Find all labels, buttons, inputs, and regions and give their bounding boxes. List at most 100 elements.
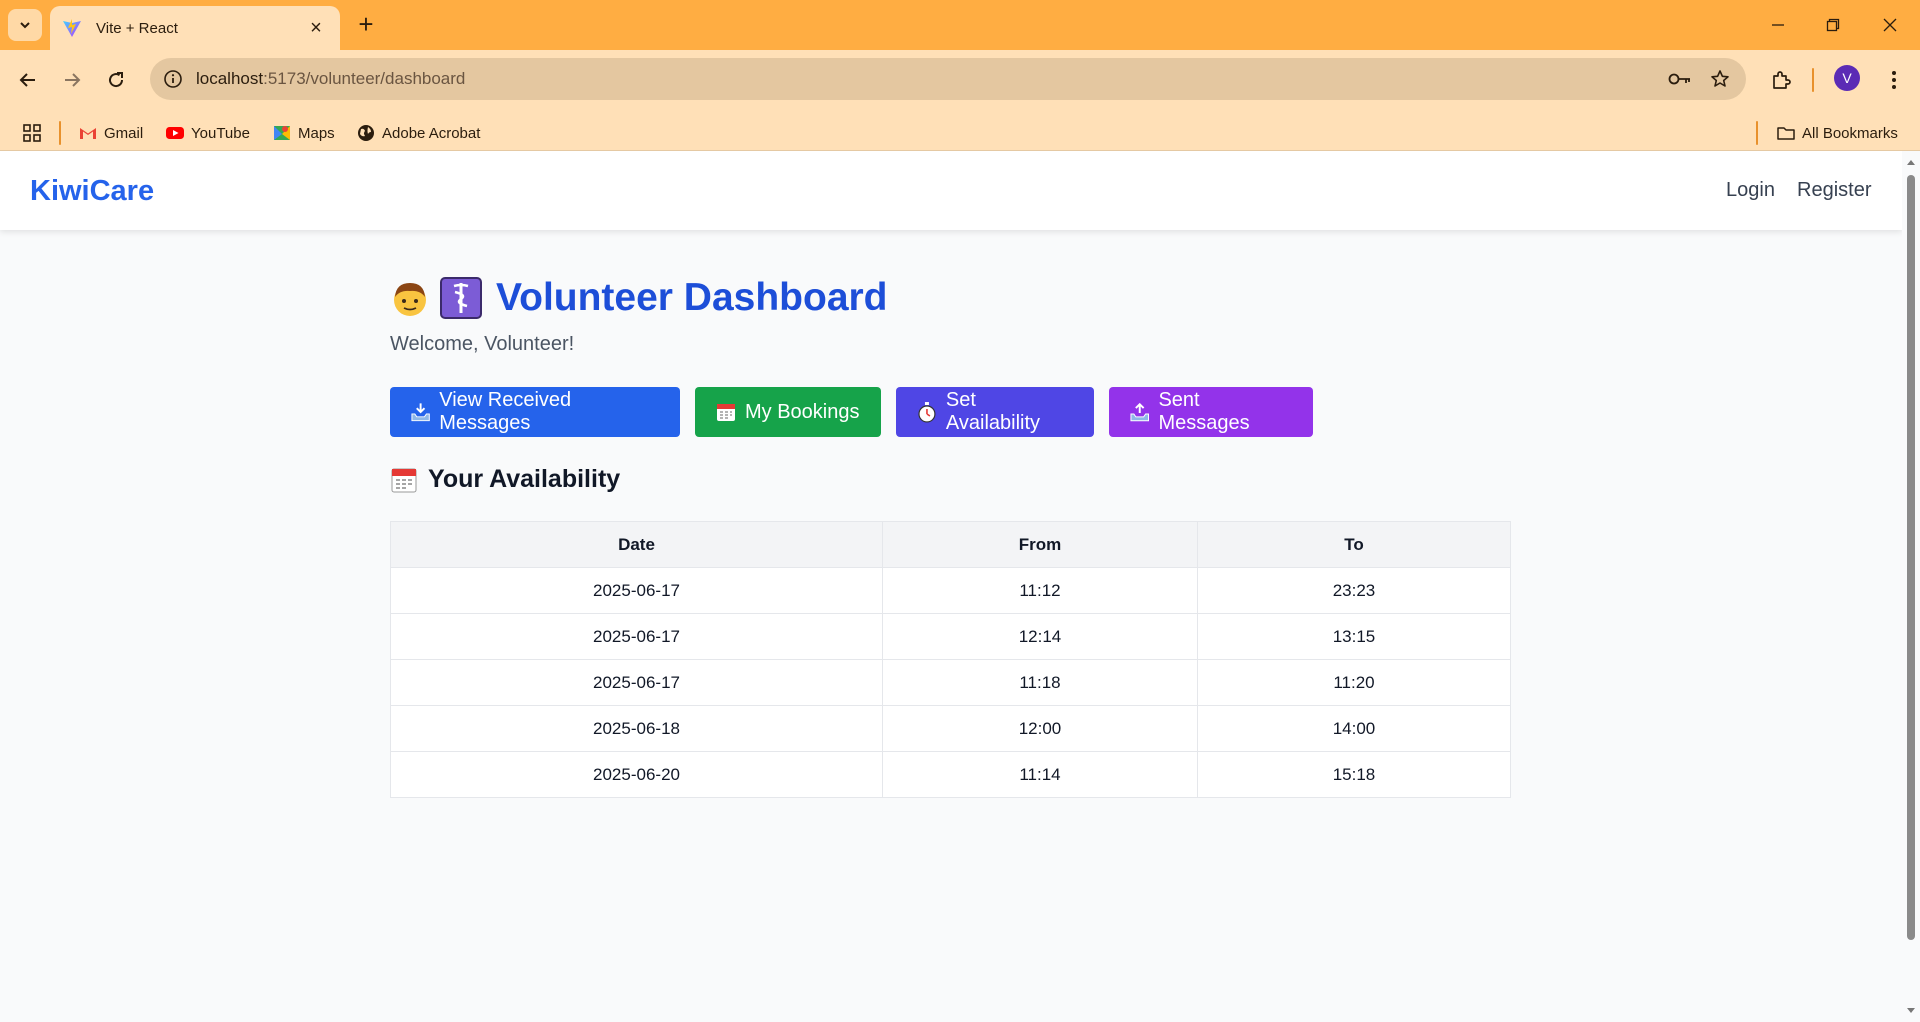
scrollbar-thumb[interactable] xyxy=(1907,175,1915,940)
calendar-icon xyxy=(391,468,417,492)
vite-logo-icon xyxy=(63,19,81,37)
availability-heading-text: Your Availability xyxy=(428,465,621,493)
address-bar[interactable]: localhost:5173/volunteer/dashboard xyxy=(150,58,1746,100)
bookmarks-separator-right xyxy=(1756,121,1758,145)
sent-messages-label: Sent Messages xyxy=(1158,389,1250,434)
browser-tabstrip: Vite + React × + xyxy=(0,0,1920,50)
view-received-messages-label: View Received Messages xyxy=(439,389,572,434)
bookmarks-separator xyxy=(59,121,61,145)
bookmark-youtube-label: YouTube xyxy=(191,124,250,142)
gmail-icon xyxy=(80,128,96,139)
globe-icon xyxy=(358,125,374,141)
scroll-down-arrow-icon[interactable] xyxy=(1902,1004,1920,1018)
minimize-icon xyxy=(1772,24,1784,26)
register-link[interactable]: Register xyxy=(1797,179,1871,202)
chevron-down-icon xyxy=(20,22,30,29)
close-icon xyxy=(1883,18,1897,32)
apps-grid-icon xyxy=(23,124,41,142)
availability-heading: Your Availability xyxy=(390,465,620,494)
cell-from: 11:14 xyxy=(882,751,1198,798)
table-row: 2025-06-17 12:14 13:15 xyxy=(390,613,1511,660)
all-bookmarks-label: All Bookmarks xyxy=(1802,124,1898,142)
table-header-row: Date From To xyxy=(390,521,1511,568)
header-from: From xyxy=(882,521,1198,568)
cell-to: 11:20 xyxy=(1197,659,1511,706)
profile-avatar[interactable]: V xyxy=(1834,65,1860,91)
medical-symbol-icon xyxy=(440,277,482,319)
reload-button[interactable] xyxy=(100,64,132,96)
forward-button[interactable] xyxy=(56,64,88,96)
folder-icon xyxy=(1777,127,1795,140)
table-row: 2025-06-18 12:00 14:00 xyxy=(390,705,1511,752)
my-bookings-button[interactable]: My Bookings xyxy=(695,387,881,437)
extensions-button[interactable] xyxy=(1765,64,1797,96)
view-received-messages-button[interactable]: View Received Messages xyxy=(390,387,680,437)
url-text[interactable]: localhost:5173/volunteer/dashboard xyxy=(196,69,1666,89)
cell-from: 11:12 xyxy=(882,567,1198,614)
tab-search-button[interactable] xyxy=(8,9,42,41)
table-row: 2025-06-20 11:14 15:18 xyxy=(390,751,1511,798)
close-window-button[interactable] xyxy=(1870,10,1910,40)
browser-tab[interactable]: Vite + React × xyxy=(50,6,340,50)
reload-icon xyxy=(109,72,124,88)
toolbar-separator xyxy=(1812,68,1814,92)
action-buttons: View Received Messages My Bookings Set A… xyxy=(390,387,1328,437)
browser-menu-button[interactable] xyxy=(1878,64,1910,96)
restore-button[interactable] xyxy=(1813,10,1853,40)
cell-from: 12:00 xyxy=(882,705,1198,752)
cell-date: 2025-06-17 xyxy=(390,567,883,614)
set-availability-label: Set Availability xyxy=(945,389,1041,434)
cell-from: 11:18 xyxy=(882,659,1198,706)
youtube-icon xyxy=(166,127,184,139)
password-key-button[interactable] xyxy=(1666,65,1694,93)
more-vertical-icon xyxy=(1892,71,1896,89)
tab-close-icon[interactable]: × xyxy=(304,18,328,38)
cell-date: 2025-06-20 xyxy=(390,751,883,798)
scroll-up-arrow-icon[interactable] xyxy=(1902,155,1920,169)
maps-icon xyxy=(274,126,290,140)
availability-table: Date From To 2025-06-17 11:12 23:23 2025… xyxy=(390,521,1511,798)
arrow-left-icon xyxy=(19,73,35,87)
table-row: 2025-06-17 11:18 11:20 xyxy=(390,659,1511,706)
app-navbar: KiwiCare Login Register xyxy=(0,151,1902,230)
restore-icon xyxy=(1826,18,1840,32)
cell-date: 2025-06-17 xyxy=(390,659,883,706)
cell-date: 2025-06-18 xyxy=(390,705,883,752)
puzzle-icon xyxy=(1773,71,1791,89)
url-host: localhost xyxy=(196,69,264,88)
back-button[interactable] xyxy=(12,64,44,96)
brand-logo[interactable]: KiwiCare xyxy=(30,175,154,208)
calendar-icon xyxy=(717,404,735,421)
bookmark-star-button[interactable] xyxy=(1706,65,1734,93)
title-row: Volunteer Dashboard xyxy=(390,275,1512,321)
sent-messages-button[interactable]: Sent Messages xyxy=(1109,387,1313,437)
tab-title: Vite + React xyxy=(96,19,178,37)
page-title: Volunteer Dashboard xyxy=(496,276,888,319)
site-info-icon[interactable] xyxy=(162,68,184,90)
cell-to: 13:15 xyxy=(1197,613,1511,660)
table-row: 2025-06-17 11:12 23:23 xyxy=(390,567,1511,614)
cell-to: 14:00 xyxy=(1197,705,1511,752)
browser-toolbar: localhost:5173/volunteer/dashboard V Gma… xyxy=(0,50,1920,158)
key-icon xyxy=(1668,73,1690,85)
bookmark-gmail-label: Gmail xyxy=(104,124,144,142)
header-date: Date xyxy=(390,521,883,568)
url-path: :5173/volunteer/dashboard xyxy=(263,69,466,88)
login-link[interactable]: Login xyxy=(1726,179,1775,202)
minimize-button[interactable] xyxy=(1758,10,1798,40)
inbox-tray-icon xyxy=(411,403,430,422)
bookmark-maps-label: Maps xyxy=(298,124,335,142)
cell-date: 2025-06-17 xyxy=(390,613,883,660)
outbox-tray-icon xyxy=(1130,402,1150,422)
star-icon xyxy=(1711,70,1729,87)
arrow-right-icon xyxy=(65,73,81,87)
bookmark-adobe-acrobat-label: Adobe Acrobat xyxy=(382,124,481,142)
dashboard-content: Volunteer Dashboard Welcome, Volunteer! … xyxy=(390,275,1512,798)
cell-from: 12:14 xyxy=(882,613,1198,660)
my-bookings-label: My Bookings xyxy=(745,400,860,423)
person-emoji-icon xyxy=(394,283,426,316)
page-scrollbar[interactable] xyxy=(1902,151,1920,1022)
page-viewport: KiwiCare Login Register Volunteer Dashbo… xyxy=(0,151,1902,1022)
set-availability-button[interactable]: Set Availability xyxy=(896,387,1094,437)
new-tab-button[interactable]: + xyxy=(352,11,380,39)
